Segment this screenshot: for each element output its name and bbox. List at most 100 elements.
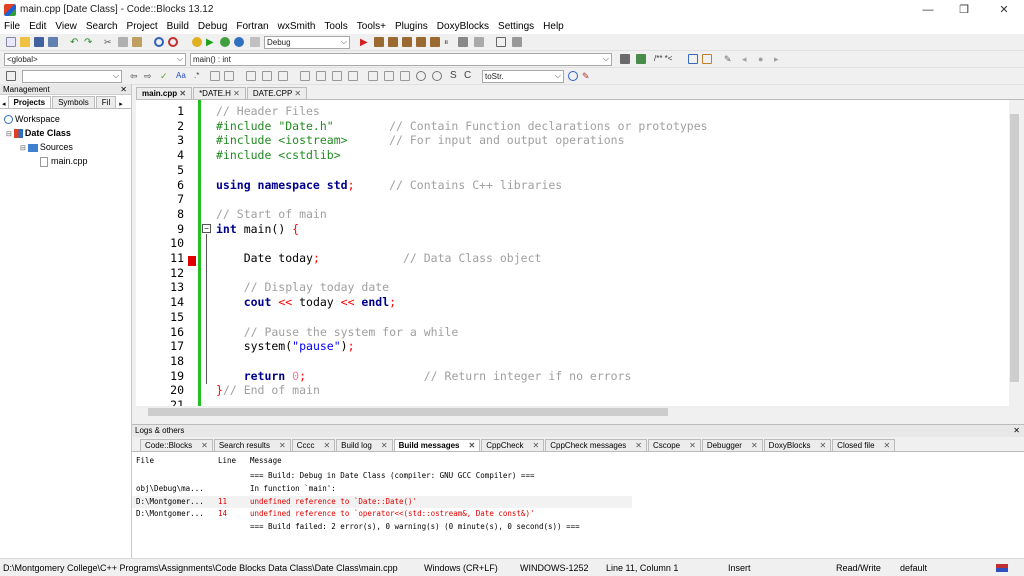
- build-messages-list[interactable]: File Line Message === Build: Debug in Date …: [132, 452, 1024, 558]
- log-row[interactable]: === Build: Debug in Date Class (compiler…: [132, 470, 632, 482]
- layout-icon-5[interactable]: [368, 71, 378, 81]
- log-tab[interactable]: CppCheck ✕: [481, 439, 545, 451]
- code-editor[interactable]: 1 2 3 4 5 6 7 8 9 10 11 12 13 14 15 16 17 18 19 20 21 // Hea…: [136, 100, 1020, 418]
- vertical-scrollbar[interactable]: [1009, 100, 1020, 406]
- replace-icon[interactable]: [168, 37, 178, 47]
- maximize-button[interactable]: ❐: [946, 0, 982, 19]
- code-line[interactable]: #include <iostream> // For input and out…: [216, 133, 625, 147]
- minimize-button[interactable]: —: [910, 0, 946, 19]
- fold-collapse-icon[interactable]: −: [202, 224, 211, 233]
- code-line[interactable]: // Start of main: [216, 207, 327, 221]
- code-line[interactable]: system("pause");: [216, 339, 355, 353]
- close-log-tab-icon[interactable]: ✕: [381, 441, 388, 450]
- select-line-icon[interactable]: [224, 71, 234, 81]
- menu-help[interactable]: Help: [543, 21, 564, 32]
- close-log-tab-icon[interactable]: ✕: [635, 441, 642, 450]
- scope-select[interactable]: <global>: [4, 53, 186, 66]
- log-tab[interactable]: Build log ✕: [336, 439, 393, 451]
- symbol-settings-icon[interactable]: ✎: [582, 71, 592, 81]
- menu-edit[interactable]: Edit: [29, 21, 46, 32]
- tab-scroll-left-icon[interactable]: ◂: [0, 100, 8, 108]
- comment-icon[interactable]: /** *<: [654, 54, 680, 64]
- zoom-in-icon[interactable]: [416, 71, 426, 81]
- symbol-search-input[interactable]: toStr.: [482, 70, 564, 83]
- various-info-icon[interactable]: [512, 37, 522, 47]
- tab-main-cpp[interactable]: main.cpp ✕: [136, 87, 193, 99]
- close-log-tab-icon[interactable]: ✕: [323, 441, 330, 450]
- highlight-icon[interactable]: ✓: [160, 71, 170, 81]
- menu-tools[interactable]: Tools: [324, 21, 347, 32]
- layout-icon-4[interactable]: [348, 71, 358, 81]
- close-tab-icon[interactable]: ✕: [294, 89, 301, 98]
- layout-icon-7[interactable]: [400, 71, 410, 81]
- code-line[interactable]: // Display today date: [216, 280, 389, 294]
- select-rect-icon[interactable]: [210, 71, 220, 81]
- tab-files[interactable]: Fil: [95, 96, 117, 108]
- log-row[interactable]: D:\Montgomer... 14 undefined reference to …: [132, 508, 632, 520]
- build-target-select[interactable]: Debug: [264, 36, 350, 49]
- view-split-icon[interactable]: [262, 71, 272, 81]
- debug-run-icon[interactable]: ▶: [360, 37, 370, 48]
- menu-fortran[interactable]: Fortran: [236, 21, 268, 32]
- close-tab-icon[interactable]: ✕: [179, 89, 186, 98]
- symbol-s-icon[interactable]: S: [450, 70, 460, 81]
- collapse-sources-icon[interactable]: ⊟: [20, 145, 26, 152]
- close-log-tab-icon[interactable]: ✕: [819, 441, 826, 450]
- nav-forward-icon[interactable]: ⇨: [144, 71, 154, 81]
- close-button[interactable]: ✕: [986, 0, 1022, 19]
- search-mode-icon[interactable]: [6, 71, 16, 81]
- menu-debug[interactable]: Debug: [198, 21, 227, 32]
- zoom-out-icon[interactable]: [432, 71, 442, 81]
- paste-icon[interactable]: [132, 37, 142, 47]
- menu-build[interactable]: Build: [167, 21, 189, 32]
- code-line[interactable]: // Pause the system for a while: [216, 325, 459, 339]
- code-line[interactable]: return 0; // Return integer if no errors: [216, 369, 632, 383]
- stop-debug-icon[interactable]: [458, 37, 468, 47]
- jump-declaration-icon[interactable]: [620, 54, 630, 64]
- pause-debug-icon[interactable]: ⏸: [444, 37, 454, 47]
- find-icon[interactable]: [154, 37, 164, 47]
- layout-icon-2[interactable]: [316, 71, 326, 81]
- menu-plugins[interactable]: Plugins: [395, 21, 428, 32]
- log-column-header[interactable]: Message: [250, 456, 282, 465]
- log-tab[interactable]: DoxyBlocks ✕: [763, 439, 832, 451]
- collapse-project-icon[interactable]: ⊟: [6, 131, 12, 138]
- horizontal-scrollbar[interactable]: [136, 406, 1020, 418]
- tree-file-main[interactable]: main.cpp: [40, 156, 88, 167]
- code-line[interactable]: using namespace std; // Contains C++ lib…: [216, 178, 562, 192]
- log-tab[interactable]: Debugger ✕: [701, 439, 763, 451]
- jump-implementation-icon[interactable]: [636, 54, 646, 64]
- next-instruction-icon[interactable]: [430, 37, 440, 47]
- log-row[interactable]: obj\Debug\ma... In function `main':: [132, 483, 632, 495]
- undo-icon[interactable]: ↶: [70, 37, 80, 48]
- copy-icon[interactable]: [118, 37, 128, 47]
- vertical-scroll-thumb[interactable]: [1010, 114, 1019, 382]
- close-logs-icon[interactable]: ✕: [1013, 425, 1020, 437]
- tree-sources-folder[interactable]: ⊟ Sources: [20, 142, 73, 152]
- tree-workspace[interactable]: Workspace: [4, 114, 60, 125]
- code-line[interactable]: #include <cstdlib>: [216, 148, 341, 162]
- code-line[interactable]: int main() {: [216, 222, 299, 236]
- step-out-icon[interactable]: [416, 37, 426, 47]
- view-grid-icon[interactable]: [278, 71, 288, 81]
- prev-bookmark-icon[interactable]: ◂: [742, 54, 752, 64]
- symbol-c-icon[interactable]: C: [464, 70, 474, 81]
- new-file-icon[interactable]: [6, 37, 16, 47]
- next-bookmark-icon[interactable]: ▸: [774, 54, 784, 64]
- block-select-icon[interactable]: [246, 71, 256, 81]
- tab-symbols[interactable]: Symbols: [52, 96, 95, 108]
- code-line[interactable]: Date today; // Data Class object: [216, 251, 542, 265]
- close-log-tab-icon[interactable]: ✕: [884, 441, 891, 450]
- menu-settings[interactable]: Settings: [498, 21, 534, 32]
- code-line[interactable]: #include "Date.h" // Contain Function de…: [216, 119, 708, 133]
- match-case-icon[interactable]: Aa: [176, 71, 186, 81]
- clear-bookmarks-icon[interactable]: ✎: [724, 54, 734, 64]
- debug-windows-icon[interactable]: [474, 37, 484, 47]
- tab-projects[interactable]: Projects: [7, 96, 52, 108]
- close-tab-icon[interactable]: ✕: [233, 89, 240, 98]
- save-icon[interactable]: [34, 37, 44, 47]
- close-log-tab-icon[interactable]: ✕: [279, 441, 286, 450]
- layout-icon-6[interactable]: [384, 71, 394, 81]
- doxywizard-icon[interactable]: [688, 54, 698, 64]
- symbol-find-icon[interactable]: [568, 71, 578, 81]
